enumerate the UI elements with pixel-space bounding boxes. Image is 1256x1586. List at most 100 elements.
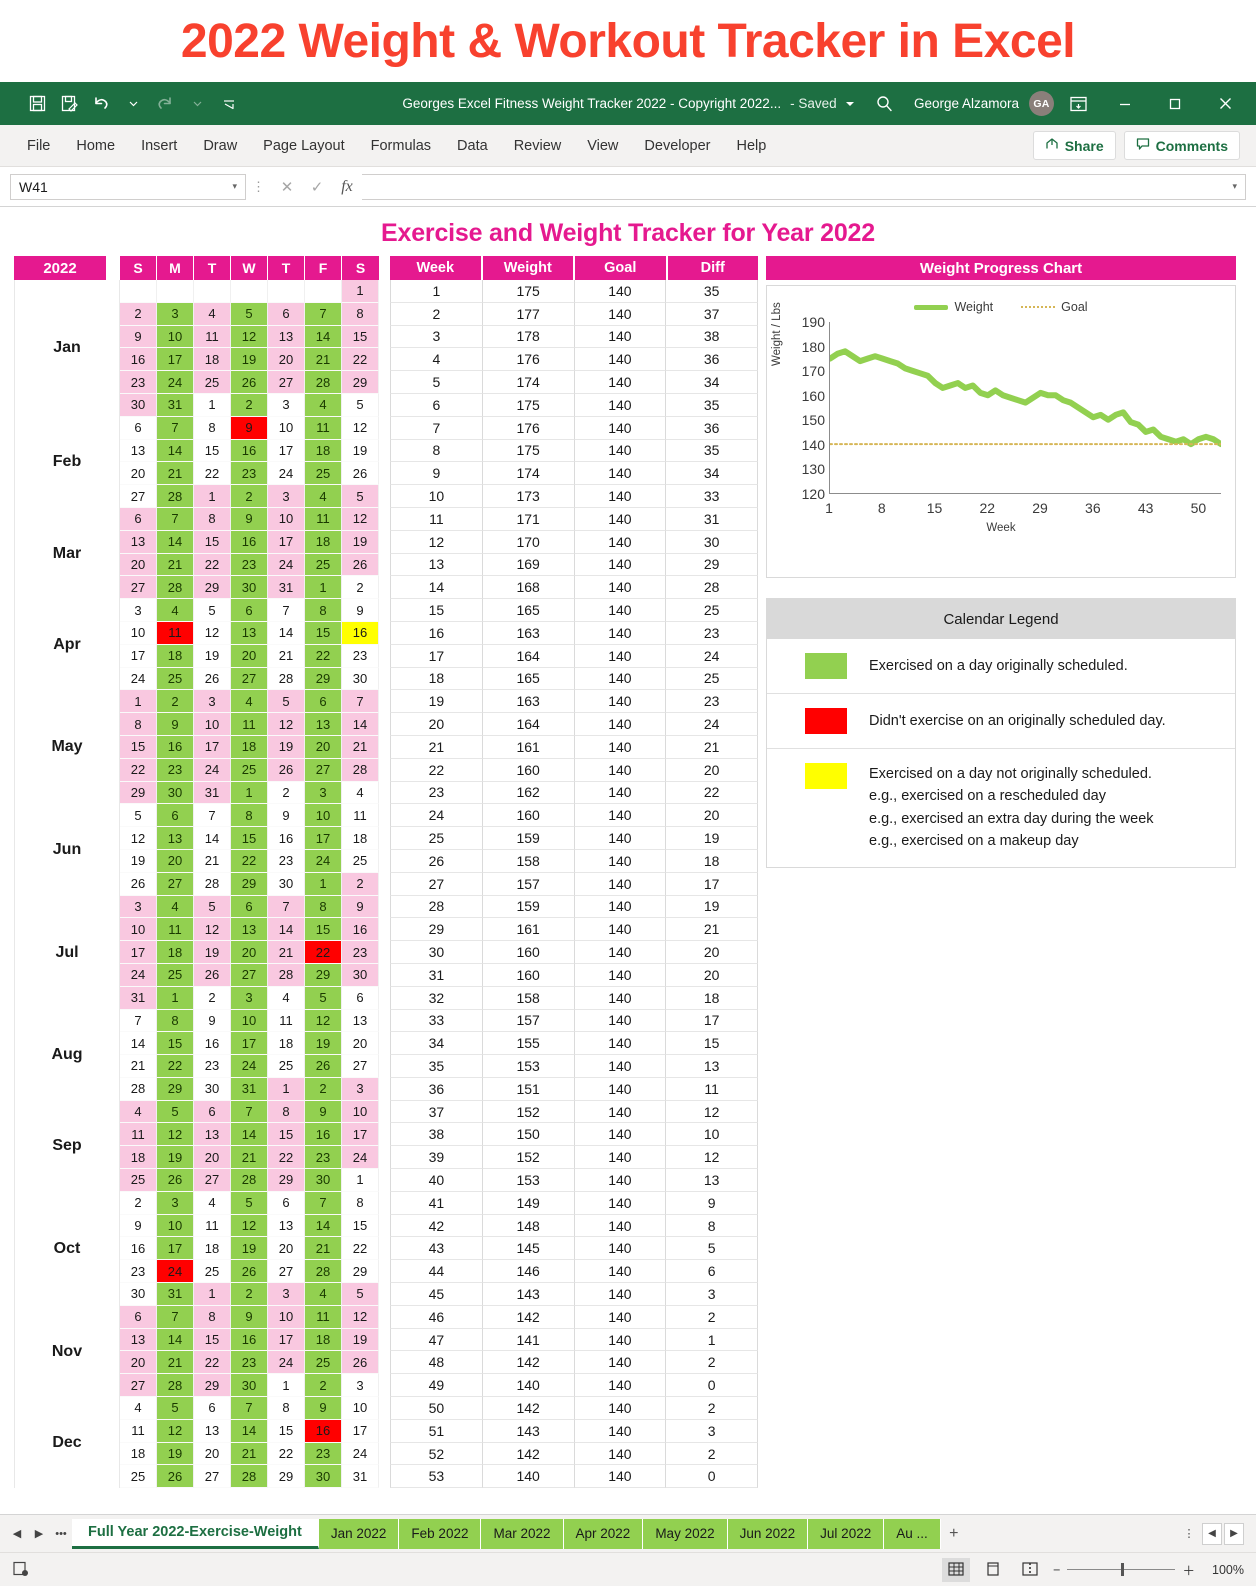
weight-table-cell[interactable]: 140 xyxy=(574,1123,667,1147)
weight-table-cell[interactable]: 36 xyxy=(666,348,758,372)
calendar-day-cell[interactable]: 24 xyxy=(120,667,157,691)
weight-table-cell[interactable]: 161 xyxy=(482,735,575,759)
calendar-day-cell[interactable]: 5 xyxy=(231,302,268,326)
calendar-day-cell[interactable]: 27 xyxy=(305,758,342,782)
calendar-day-cell[interactable]: 2 xyxy=(268,781,305,805)
weight-table-cell[interactable]: 35 xyxy=(390,1055,483,1078)
calendar-day-cell[interactable]: 14 xyxy=(268,918,305,942)
calendar-day-cell[interactable]: 21 xyxy=(157,462,194,486)
calendar-day-cell[interactable]: 12 xyxy=(342,416,379,440)
calendar-day-cell[interactable]: 13 xyxy=(305,713,342,736)
search-icon[interactable] xyxy=(866,87,904,121)
calendar-day-cell[interactable]: 14 xyxy=(120,1032,157,1056)
weight-table-cell[interactable]: 2 xyxy=(666,1305,758,1329)
weight-table-cell[interactable]: 45 xyxy=(390,1283,483,1306)
calendar-day-cell[interactable] xyxy=(231,280,268,303)
calendar-day-cell[interactable]: 12 xyxy=(342,507,379,531)
weight-table-cell[interactable]: 11 xyxy=(666,1077,758,1101)
scroll-left-icon[interactable]: ◀ xyxy=(1202,1522,1222,1545)
weight-table-cell[interactable]: 160 xyxy=(482,804,575,828)
weight-table-cell[interactable]: 140 xyxy=(574,1009,667,1033)
sheet-tab-feb-2022[interactable]: Feb 2022 xyxy=(399,1518,482,1549)
calendar-day-cell[interactable]: 26 xyxy=(305,1055,342,1078)
calendar-day-cell[interactable]: 8 xyxy=(342,302,379,326)
calendar-day-cell[interactable]: 28 xyxy=(305,371,342,394)
calendar-day-cell[interactable]: 9 xyxy=(342,895,379,919)
calendar-day-cell[interactable]: 31 xyxy=(268,576,305,600)
calendar-day-cell[interactable]: 16 xyxy=(194,1032,231,1056)
calendar-day-cell[interactable]: 22 xyxy=(268,1146,305,1170)
calendar-day-cell[interactable]: 29 xyxy=(305,963,342,987)
weight-table-cell[interactable]: 25 xyxy=(666,667,758,691)
weight-table-cell[interactable]: 140 xyxy=(574,1032,667,1056)
calendar-day-cell[interactable]: 10 xyxy=(342,1397,379,1420)
calendar-day-cell[interactable]: 23 xyxy=(342,941,379,964)
calendar-day-cell[interactable]: 9 xyxy=(231,416,268,440)
calendar-day-cell[interactable]: 18 xyxy=(157,644,194,668)
calendar-day-cell[interactable]: 23 xyxy=(231,1351,268,1375)
weight-table-cell[interactable]: 152 xyxy=(482,1100,575,1124)
calendar-day-cell[interactable]: 2 xyxy=(305,1374,342,1398)
weight-table-cell[interactable]: 140 xyxy=(574,462,667,486)
calendar-day-cell[interactable]: 7 xyxy=(231,1100,268,1124)
weight-table-cell[interactable]: 140 xyxy=(574,1465,667,1489)
calendar-day-cell[interactable]: 9 xyxy=(305,1397,342,1420)
calendar-day-cell[interactable]: 30 xyxy=(305,1169,342,1192)
weight-table-cell[interactable]: 140 xyxy=(574,1419,667,1443)
calendar-day-cell[interactable]: 15 xyxy=(342,1214,379,1238)
calendar-day-cell[interactable]: 3 xyxy=(342,1374,379,1398)
weight-table-cell[interactable]: 140 xyxy=(574,735,667,759)
calendar-day-cell[interactable]: 16 xyxy=(268,827,305,850)
calendar-day-cell[interactable]: 9 xyxy=(231,1305,268,1329)
weight-table-cell[interactable]: 2 xyxy=(390,302,483,326)
weight-table-cell[interactable]: 34 xyxy=(666,462,758,486)
weight-table-cell[interactable]: 30 xyxy=(666,530,758,554)
calendar-day-cell[interactable]: 4 xyxy=(157,599,194,622)
calendar-day-cell[interactable]: 1 xyxy=(268,1077,305,1101)
calendar-day-cell[interactable]: 4 xyxy=(305,1283,342,1306)
calendar-day-cell[interactable]: 17 xyxy=(268,530,305,554)
weight-table-cell[interactable]: 27 xyxy=(390,872,483,896)
weight-table-cell[interactable]: 140 xyxy=(574,1442,667,1466)
weight-table-cell[interactable]: 177 xyxy=(482,302,575,326)
page-layout-view-icon[interactable] xyxy=(979,1558,1007,1582)
confirm-icon[interactable]: ✓ xyxy=(302,174,332,200)
weight-table-cell[interactable]: 143 xyxy=(482,1419,575,1443)
weight-table-cell[interactable]: 140 xyxy=(574,781,667,805)
calendar-day-cell[interactable]: 23 xyxy=(305,1442,342,1466)
weight-table-cell[interactable]: 21 xyxy=(666,918,758,942)
weight-table-cell[interactable]: 140 xyxy=(574,872,667,896)
calendar-day-cell[interactable] xyxy=(194,280,231,303)
calendar-day-cell[interactable]: 23 xyxy=(231,462,268,486)
calendar-day-cell[interactable]: 24 xyxy=(157,1260,194,1284)
weight-table-cell[interactable]: 2 xyxy=(666,1351,758,1375)
calendar-day-cell[interactable]: 16 xyxy=(231,1328,268,1352)
sheet-tab-may-2022[interactable]: May 2022 xyxy=(643,1518,728,1549)
calendar-day-cell[interactable]: 10 xyxy=(157,1214,194,1238)
calendar-day-cell[interactable]: 23 xyxy=(120,371,157,394)
calendar-day-cell[interactable]: 18 xyxy=(305,1328,342,1352)
calendar-day-cell[interactable]: 10 xyxy=(194,713,231,736)
calendar-day-cell[interactable]: 16 xyxy=(120,348,157,372)
calendar-day-cell[interactable]: 22 xyxy=(194,462,231,486)
weight-table-cell[interactable]: 140 xyxy=(574,1237,667,1261)
weight-table-cell[interactable]: 140 xyxy=(574,1146,667,1170)
calendar-day-cell[interactable]: 13 xyxy=(231,918,268,942)
calendar-day-cell[interactable]: 6 xyxy=(342,986,379,1010)
calendar-day-cell[interactable]: 4 xyxy=(231,690,268,714)
ribbon-tab-draw[interactable]: Draw xyxy=(190,132,250,160)
calendar-day-cell[interactable]: 17 xyxy=(231,1032,268,1056)
calendar-day-cell[interactable]: 25 xyxy=(305,1351,342,1375)
weight-table-cell[interactable]: 2 xyxy=(666,1397,758,1420)
weight-table-cell[interactable]: 140 xyxy=(574,325,667,349)
weight-table-cell[interactable]: 37 xyxy=(666,302,758,326)
weight-table-cell[interactable]: 162 xyxy=(482,781,575,805)
chevron-down-icon[interactable]: ▾ xyxy=(1232,181,1237,192)
calendar-day-cell[interactable]: 28 xyxy=(194,872,231,896)
weight-table-cell[interactable]: 35 xyxy=(666,280,758,303)
calendar-day-cell[interactable]: 18 xyxy=(120,1442,157,1466)
weight-table-cell[interactable]: 42 xyxy=(390,1214,483,1238)
calendar-day-cell[interactable]: 24 xyxy=(120,963,157,987)
calendar-day-cell[interactable]: 4 xyxy=(305,485,342,508)
calendar-day-cell[interactable]: 14 xyxy=(157,439,194,463)
